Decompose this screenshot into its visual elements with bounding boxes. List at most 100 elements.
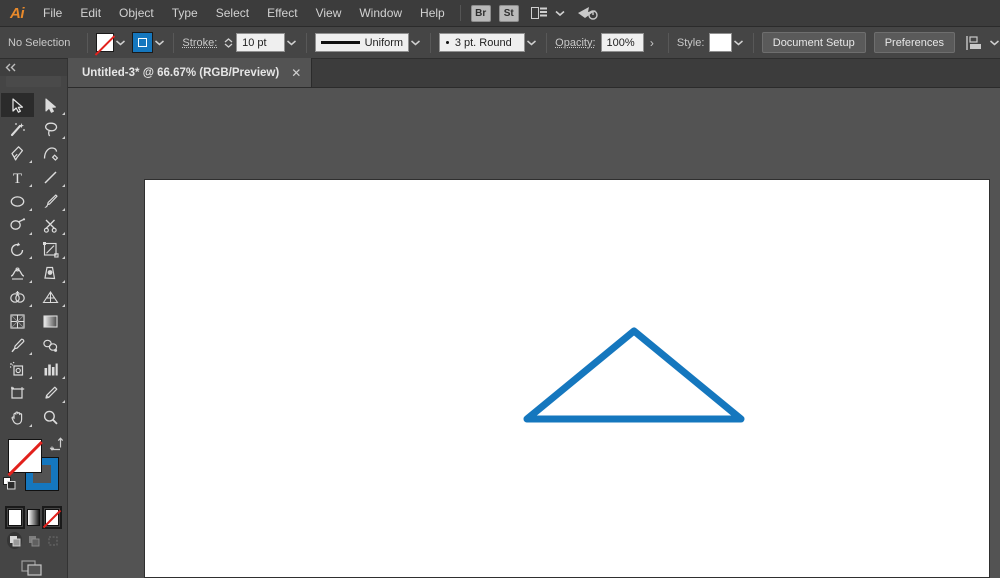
brush-preview-icon	[446, 41, 449, 44]
tool-more-indicator	[62, 112, 65, 115]
stroke-swatch-dropdown[interactable]	[153, 33, 166, 53]
shape-tool[interactable]	[1, 189, 34, 213]
control-divider-6	[668, 33, 669, 53]
tool-more-indicator	[29, 160, 32, 163]
fill-stroke-controls	[0, 435, 68, 505]
draw-inside-button[interactable]	[45, 532, 60, 549]
draw-behind-button[interactable]	[26, 532, 41, 549]
tool-more-indicator	[29, 208, 32, 211]
stroke-panel-label[interactable]: Stroke:	[182, 37, 217, 49]
artboard-tool[interactable]	[1, 381, 34, 405]
selection-status: No Selection	[8, 37, 79, 49]
color-swatch-button[interactable]	[8, 509, 22, 526]
brush-definition-dropdown[interactable]	[525, 33, 538, 53]
brush-definition-label: 3 pt. Round	[455, 37, 512, 49]
magic-wand-tool[interactable]	[1, 117, 34, 141]
opacity-input[interactable]: 100%	[601, 33, 644, 52]
stroke-profile-select[interactable]: Uniform	[315, 33, 409, 52]
change-screen-mode-icon[interactable]	[21, 559, 47, 578]
tool-more-indicator	[62, 184, 65, 187]
stroke-weight-stepper[interactable]	[223, 33, 234, 52]
search-adobe-stock-icon[interactable]	[576, 4, 600, 22]
stock-button[interactable]: St	[499, 5, 519, 22]
document-tab[interactable]: Untitled-3* @ 66.67% (RGB/Preview) ✕	[68, 58, 312, 87]
brush-definition-select[interactable]: 3 pt. Round	[439, 33, 526, 52]
eyedropper-tool[interactable]	[1, 333, 34, 357]
menu-effect[interactable]: Effect	[258, 0, 306, 27]
bridge-button[interactable]: Br	[471, 5, 491, 22]
control-divider-4	[430, 33, 431, 53]
tool-more-indicator	[29, 280, 32, 283]
draw-normal-button[interactable]	[7, 532, 22, 549]
menu-select[interactable]: Select	[207, 0, 258, 27]
menu-help[interactable]: Help	[411, 0, 454, 27]
blend-tool[interactable]	[34, 333, 67, 357]
fill-swatch-dropdown[interactable]	[114, 33, 127, 53]
shaper-tool[interactable]	[1, 213, 34, 237]
type-tool[interactable]: T	[1, 165, 34, 189]
rotate-tool[interactable]	[1, 237, 34, 261]
scale-tool[interactable]	[34, 237, 67, 261]
tools-panel-grip[interactable]	[6, 76, 61, 87]
document-tab-bar: Untitled-3* @ 66.67% (RGB/Preview) ✕	[68, 59, 1000, 88]
menu-type[interactable]: Type	[163, 0, 207, 27]
artboard[interactable]	[144, 179, 990, 578]
document-tab-title: Untitled-3* @ 66.67% (RGB/Preview)	[82, 67, 279, 79]
menu-file[interactable]: File	[34, 0, 71, 27]
width-tool[interactable]	[1, 261, 34, 285]
menu-view[interactable]: View	[307, 0, 351, 27]
tools-panel-collapse[interactable]	[0, 59, 67, 76]
tool-more-indicator	[62, 208, 65, 211]
mesh-tool[interactable]	[1, 309, 34, 333]
lasso-tool[interactable]	[34, 117, 67, 141]
svg-text:T: T	[13, 171, 22, 186]
stroke-profile-dropdown[interactable]	[409, 33, 422, 53]
graphic-style-swatch[interactable]	[709, 33, 732, 52]
triangle-path[interactable]	[527, 331, 741, 419]
tool-more-indicator	[29, 232, 32, 235]
menu-edit[interactable]: Edit	[71, 0, 110, 27]
swap-fill-stroke-icon[interactable]	[49, 437, 64, 456]
graphic-style-dropdown[interactable]	[732, 33, 745, 53]
align-to-artboard-icon[interactable]	[965, 34, 1000, 52]
illustrator-window: Ai File Edit Object Type Select Effect V…	[0, 0, 1000, 578]
none-button[interactable]	[45, 509, 59, 526]
opacity-more-button[interactable]: ›	[644, 36, 660, 50]
direct-selection-tool[interactable]	[34, 93, 67, 117]
document-setup-button[interactable]: Document Setup	[762, 32, 866, 53]
menu-window[interactable]: Window	[350, 0, 411, 27]
none-slash-icon	[43, 510, 61, 528]
stroke-color-swatch[interactable]	[132, 32, 153, 53]
canvas-workspace[interactable]	[68, 88, 1000, 578]
color-mode-row	[0, 505, 67, 526]
opacity-panel-label[interactable]: Opacity:	[555, 37, 595, 49]
none-slash-icon	[7, 441, 42, 476]
symbol-sprayer-tool[interactable]	[1, 357, 34, 381]
fill-color-swatch[interactable]	[96, 33, 115, 52]
gradient-tool[interactable]	[34, 309, 67, 333]
close-icon[interactable]: ✕	[291, 67, 301, 79]
gradient-button[interactable]	[27, 509, 41, 526]
free-transform-tool[interactable]	[34, 261, 67, 285]
paintbrush-tool[interactable]	[34, 189, 67, 213]
stroke-weight-input[interactable]: 10 pt	[236, 33, 285, 52]
fill-color-box[interactable]	[8, 439, 42, 473]
default-fill-stroke-icon[interactable]	[3, 477, 16, 495]
stroke-profile-label: Uniform	[365, 37, 404, 49]
perspective-grid-tool[interactable]	[34, 285, 67, 309]
menu-object[interactable]: Object	[110, 0, 163, 27]
slice-tool[interactable]	[34, 381, 67, 405]
pen-tool[interactable]	[1, 141, 34, 165]
tool-more-indicator	[29, 352, 32, 355]
preferences-button[interactable]: Preferences	[874, 32, 955, 53]
hand-tool[interactable]	[1, 405, 34, 429]
scissors-tool[interactable]	[34, 213, 67, 237]
zoom-tool[interactable]	[34, 405, 67, 429]
curvature-tool[interactable]	[34, 141, 67, 165]
line-segment-tool[interactable]	[34, 165, 67, 189]
column-graph-tool[interactable]	[34, 357, 67, 381]
shape-builder-tool[interactable]	[1, 285, 34, 309]
arrange-documents-icon[interactable]	[531, 6, 566, 20]
stroke-weight-dropdown[interactable]	[285, 33, 298, 53]
selection-tool[interactable]	[1, 93, 34, 117]
